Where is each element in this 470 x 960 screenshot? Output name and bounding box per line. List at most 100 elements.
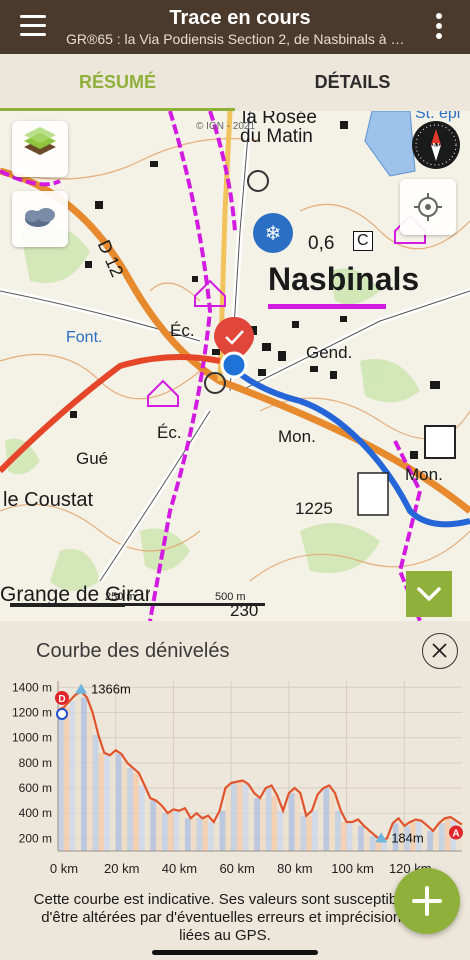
weather-icon <box>25 208 55 227</box>
elevation-band <box>202 818 209 851</box>
scale-500: 500 m <box>215 591 246 603</box>
topo-map[interactable]: ❄ la Rosée du Matin St. épi D 12 0,6 C N… <box>0 111 470 621</box>
end-marker-label: A <box>452 829 459 840</box>
elevation-band <box>58 709 64 851</box>
elevation-panel: Courbe des dénivelés 200 m 400 m 600 m 800 … <box>0 621 470 960</box>
elevation-title: Courbe des dénivelés <box>36 640 230 662</box>
elevation-band <box>69 701 76 851</box>
add-button[interactable] <box>394 868 460 934</box>
elevation-band <box>236 781 243 851</box>
close-icon <box>432 643 447 658</box>
elevation-band <box>277 810 284 851</box>
elevation-band <box>283 810 289 851</box>
elevation-band <box>433 830 439 851</box>
elevation-band <box>98 752 105 851</box>
elevation-band <box>329 793 336 851</box>
waypoint-marker[interactable] <box>212 315 256 387</box>
elevation-band <box>127 767 134 851</box>
elevation-band <box>190 818 197 851</box>
y-tick-label: 1400 m <box>12 680 52 694</box>
weather-button[interactable] <box>12 191 68 247</box>
elevation-band <box>271 795 278 851</box>
elevation-band <box>150 800 157 851</box>
elevation-band <box>109 755 116 851</box>
y-tick-label: 800 m <box>19 756 52 770</box>
elevation-band <box>225 788 232 851</box>
elevation-band <box>104 755 110 851</box>
map-label-value-06: 0,6 <box>308 233 335 254</box>
y-tick-label: 600 m <box>19 781 52 795</box>
elevation-band <box>86 712 93 851</box>
elevation-band <box>156 805 162 851</box>
min-elevation-label: 184m <box>391 830 424 845</box>
elevation-band <box>242 784 249 851</box>
page-title: Trace en cours <box>169 7 311 29</box>
map-label-mon-1: Mon. <box>278 427 316 446</box>
map-label-mon-2: Mon. <box>405 465 443 484</box>
elevation-band <box>358 825 364 851</box>
elevation-band <box>352 822 359 851</box>
elevation-band <box>75 694 82 851</box>
tab-bar: RÉSUMÉ DÉTAILS <box>0 54 470 111</box>
map-copyright: © IGN - 2021 <box>196 121 256 132</box>
collapse-map-button[interactable] <box>406 571 452 617</box>
current-position-marker <box>56 707 68 720</box>
y-tick-label: 200 m <box>19 831 52 845</box>
map-label-ec-1: Éc. <box>170 321 195 340</box>
map-label-gend: Gend. <box>306 343 353 362</box>
compass-icon: N <box>415 124 457 166</box>
elevation-band <box>340 822 347 851</box>
map-label-gue: Gué <box>76 449 109 468</box>
elevation-band <box>317 794 324 851</box>
x-tick-label: 40 km <box>162 861 197 876</box>
elevation-band <box>92 735 99 851</box>
y-tick-label: 1200 m <box>12 705 52 719</box>
chevron-down-icon <box>417 587 441 601</box>
elevation-band <box>213 822 220 851</box>
elevation-band <box>363 830 370 851</box>
elevation-band <box>167 813 174 851</box>
x-tick-label: 80 km <box>277 861 312 876</box>
x-tick-label: 20 km <box>104 861 139 876</box>
elevation-band <box>265 788 272 851</box>
elevation-band <box>260 798 266 851</box>
map-label-nasbinals: Nasbinals <box>268 261 420 297</box>
elevation-chart[interactable]: 200 m 400 m 600 m 800 m 1000 m 1200 m 1400 m 0 … <box>0 673 470 883</box>
elevation-band <box>248 793 255 851</box>
compass-button[interactable]: N <box>412 121 460 169</box>
more-options-icon[interactable] <box>436 13 442 41</box>
tab-details[interactable]: DÉTAILS <box>235 54 470 111</box>
map-label-ec-2: Éc. <box>157 423 182 442</box>
elevation-band <box>311 810 318 851</box>
elevation-band <box>115 754 122 851</box>
elevation-band <box>294 793 301 851</box>
x-tick-label: 0 km <box>50 861 78 876</box>
map-label-font: Font. <box>66 329 103 346</box>
elevation-band <box>121 762 128 851</box>
elevation-band <box>81 697 87 851</box>
page-subtitle: GR®65 : la Via Podiensis Section 2, de N… <box>66 31 412 47</box>
elevation-band <box>306 815 312 851</box>
elevation-band <box>254 798 260 851</box>
elevation-band <box>300 815 307 851</box>
elevation-band <box>196 818 203 851</box>
tab-resume[interactable]: RÉSUMÉ <box>0 54 235 111</box>
start-marker-label: D <box>58 694 65 705</box>
map-scale: 250 m 500 m <box>10 591 265 611</box>
home-indicator <box>152 950 318 955</box>
elevation-band <box>346 822 353 851</box>
close-button[interactable] <box>422 633 458 669</box>
elevation-band <box>161 813 168 851</box>
elevation-band <box>323 788 330 851</box>
elevation-band <box>179 810 185 851</box>
layers-button[interactable] <box>12 121 68 177</box>
locate-button[interactable] <box>400 179 456 235</box>
elevation-band <box>184 818 191 851</box>
elevation-band <box>63 707 70 851</box>
gps-disclaimer: Cette courbe est indicative. Ses valeurs… <box>33 891 417 944</box>
menu-icon[interactable] <box>20 15 46 37</box>
y-tick-label: 1000 m <box>12 731 52 745</box>
app-header: Trace en cours GR®65 : la Via Podiensis … <box>0 0 470 54</box>
elevation-band <box>369 835 376 851</box>
x-tick-label: 100 km <box>331 861 374 876</box>
